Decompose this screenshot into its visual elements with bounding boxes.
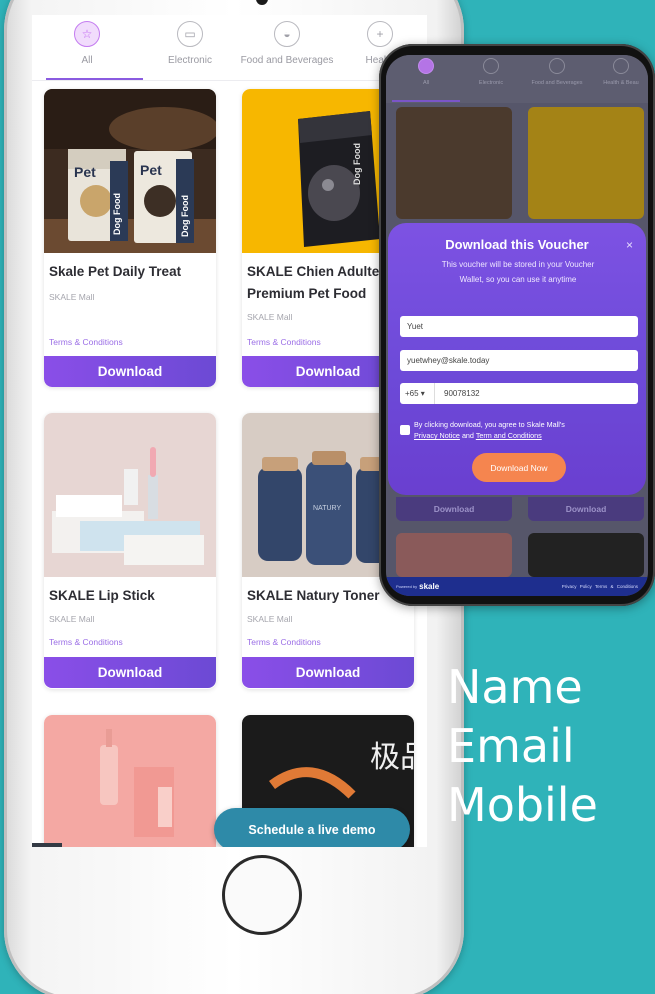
- product-shop: SKALE Mall: [49, 614, 95, 624]
- mobile-number-value[interactable]: 90078132: [435, 389, 480, 398]
- consent-prefix: By clicking download, you agree to Skale…: [414, 420, 565, 429]
- star-icon: ☆: [74, 21, 100, 47]
- download-now-button[interactable]: Download Now: [472, 453, 566, 482]
- tab-electronic[interactable]: ▭ Electronic: [145, 21, 235, 66]
- tab-label: All: [422, 80, 430, 86]
- tab-all-small[interactable]: All: [391, 58, 461, 86]
- country-code-select[interactable]: +65 ▾: [400, 383, 435, 404]
- terms-link[interactable]: Terms & Conditions: [247, 337, 321, 347]
- product-thumb: [396, 107, 512, 219]
- product-thumb: [528, 107, 644, 219]
- tab-food-small[interactable]: Food and Beverages: [522, 58, 592, 86]
- product-image-lipstick: [44, 413, 216, 577]
- scroll-indicator: [32, 843, 62, 847]
- dog-food-text-3: Dog Food: [352, 143, 362, 185]
- natury-text: NATURY: [313, 505, 341, 512]
- chinese-chars: 极品: [370, 740, 414, 775]
- pet-brand-text: Pet: [74, 164, 96, 180]
- skale-logo: skale: [419, 582, 440, 591]
- tab-all[interactable]: ☆ All: [42, 21, 132, 66]
- name-input[interactable]: [400, 316, 638, 337]
- consent-and: and: [461, 431, 474, 440]
- product-shop: SKALE Mall: [247, 614, 293, 624]
- powered-by-footer: Powered by skale Privacy Policy Terms & …: [386, 577, 648, 596]
- headline-mobile: Mobile: [447, 778, 598, 832]
- secondary-phone-screen: All Electronic Food and Beverages Health…: [386, 55, 648, 596]
- tab-label: Food and Beverages: [240, 55, 334, 66]
- terms-link[interactable]: Terms & Conditions: [49, 337, 123, 347]
- modal-description: This voucher will be stored in your Vouc…: [441, 260, 595, 284]
- category-tabs: ☆ All ▭ Electronic ◒ Food and Beverages …: [32, 15, 427, 81]
- product-image-pet-treat: Pet Pet Dog Food Dog Food: [44, 89, 216, 253]
- modal-title: Download this Voucher: [445, 237, 589, 252]
- headline-name: Name: [447, 660, 583, 714]
- product-thumb: [396, 533, 512, 577]
- health-icon: [613, 58, 629, 74]
- product-card[interactable]: [44, 715, 216, 847]
- tab-label: Health & Beau: [603, 80, 639, 86]
- fields-headline: Name Email Mobile: [447, 658, 598, 835]
- product-title: Skale Pet Daily Treat: [49, 264, 182, 279]
- monitor-icon: [483, 58, 499, 74]
- mobile-field[interactable]: +65 ▾ 90078132: [400, 383, 638, 404]
- tab-electronic-small[interactable]: Electronic: [456, 58, 526, 86]
- product-title: SKALE Lip Stick: [49, 588, 155, 603]
- schedule-demo-button[interactable]: Schedule a live demo: [214, 808, 410, 847]
- home-button[interactable]: [222, 855, 302, 935]
- product-shop: SKALE Mall: [247, 312, 293, 322]
- download-button[interactable]: Download: [242, 657, 414, 688]
- email-input[interactable]: [400, 350, 638, 371]
- powered-by-label: Powered by: [396, 584, 418, 589]
- secondary-phone-mockup: All Electronic Food and Beverages Health…: [379, 44, 655, 606]
- terms-link[interactable]: Terms & Conditions: [247, 637, 321, 647]
- footer-links[interactable]: Privacy Policy Terms & Conditions: [562, 584, 638, 589]
- dog-food-text: Dog Food: [112, 193, 122, 235]
- product-card[interactable]: Pet Pet Dog Food Dog Food Skale Pet Dail…: [44, 89, 216, 387]
- food-icon: ◒: [274, 21, 300, 47]
- download-button-small[interactable]: Download: [396, 497, 512, 521]
- main-phone-screen: ☆ All ▭ Electronic ◒ Food and Beverages …: [32, 15, 427, 847]
- terms-link[interactable]: Terms & Conditions: [49, 637, 123, 647]
- pet-brand-text-2: Pet: [140, 162, 162, 178]
- health-icon: +: [367, 21, 393, 47]
- tabs-divider: [32, 80, 427, 81]
- active-tab-indicator: [392, 100, 460, 102]
- product-card[interactable]: SKALE Lip Stick SKALE Mall Terms & Condi…: [44, 413, 216, 689]
- download-button-small[interactable]: Download: [528, 497, 644, 521]
- product-image-serum: [44, 715, 216, 847]
- tab-label: Electronic: [168, 55, 212, 66]
- product-shop: SKALE Mall: [49, 292, 95, 302]
- tab-label: Food and Beverages: [531, 80, 583, 86]
- tab-label: All: [81, 55, 93, 66]
- food-icon: [549, 58, 565, 74]
- front-camera: [256, 0, 268, 5]
- tab-health-small[interactable]: Health & Beau: [586, 58, 648, 86]
- privacy-notice-link[interactable]: Privacy Notice: [414, 431, 460, 440]
- tab-food-and-beverages[interactable]: ◒ Food and Beverages: [240, 21, 334, 66]
- product-thumb: [528, 533, 644, 577]
- consent-text: By clicking download, you agree to Skale…: [414, 419, 636, 441]
- close-icon[interactable]: ×: [626, 238, 633, 252]
- star-icon: [418, 58, 434, 74]
- terms-link[interactable]: Term and Conditions: [476, 431, 542, 440]
- download-voucher-modal: Download this Voucher × This voucher wil…: [388, 223, 646, 495]
- dog-food-text-2: Dog Food: [180, 195, 190, 237]
- tab-label: Electronic: [478, 80, 504, 86]
- monitor-icon: ▭: [177, 21, 203, 47]
- download-button[interactable]: Download: [44, 657, 216, 688]
- category-tabs-small: All Electronic Food and Beverages Health…: [386, 55, 648, 103]
- headline-email: Email: [447, 719, 575, 773]
- consent-checkbox[interactable]: [400, 425, 410, 435]
- download-button[interactable]: Download: [44, 356, 216, 387]
